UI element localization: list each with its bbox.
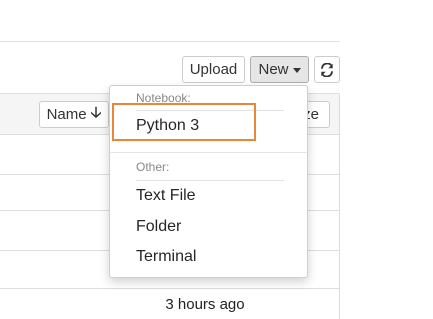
other-header-rule bbox=[136, 180, 284, 181]
jupyter-file-browser: Upload New Name 🡣 ze 3 hours ago Noteboo… bbox=[0, 0, 433, 319]
menu-item-terminal[interactable]: Terminal bbox=[136, 248, 196, 266]
upload-button-label: Upload bbox=[189, 61, 238, 78]
table-row[interactable] bbox=[0, 288, 339, 289]
upload-button[interactable]: Upload bbox=[182, 56, 245, 83]
arrow-down-icon: 🡣 bbox=[90, 104, 102, 121]
new-dropdown-button[interactable]: New bbox=[250, 56, 309, 83]
highlight-annotation bbox=[112, 103, 256, 141]
caret-down-icon bbox=[292, 68, 301, 73]
sort-name-label: Name bbox=[46, 106, 87, 123]
refresh-icon bbox=[321, 62, 333, 77]
sort-by-name-button[interactable]: Name 🡣 bbox=[39, 101, 109, 128]
menu-item-text-file[interactable]: Text File bbox=[136, 187, 196, 205]
tabs-divider bbox=[0, 41, 340, 42]
refresh-button[interactable] bbox=[314, 56, 340, 83]
other-section-header: Other: bbox=[136, 160, 170, 174]
new-button-label: New bbox=[258, 61, 289, 78]
last-modified-text: 3 hours ago bbox=[165, 296, 245, 313]
menu-divider bbox=[110, 152, 307, 153]
menu-item-folder[interactable]: Folder bbox=[136, 218, 181, 236]
